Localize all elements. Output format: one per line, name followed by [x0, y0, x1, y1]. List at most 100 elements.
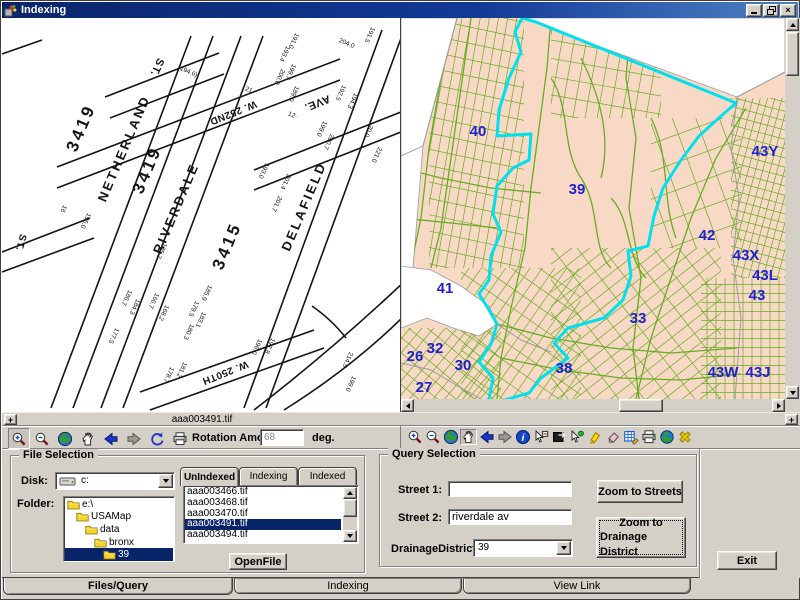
scroll-up-button[interactable]: [786, 18, 799, 31]
minimize-button[interactable]: [746, 4, 762, 17]
disk-combobox[interactable]: c:: [55, 472, 175, 490]
map-horizontal-scrollbar[interactable]: [401, 399, 785, 412]
zoom-out-icon[interactable]: [424, 429, 441, 445]
back-arrow-icon[interactable]: [100, 428, 122, 449]
rotate-icon[interactable]: [146, 428, 168, 449]
status-strip: + aaa003491.tif +: [2, 412, 800, 425]
file-list[interactable]: aaa003466.tifaaa003468.tifaaa003470.tifa…: [183, 485, 359, 544]
file-selection-group: File Selection Disk: c: Folder: e:\USAMa…: [10, 455, 365, 573]
svg-text:43W: 43W: [708, 364, 740, 381]
tab-indexing[interactable]: Indexing: [234, 578, 462, 594]
forward-arrow-icon[interactable]: [496, 429, 513, 445]
zoom-in-icon[interactable]: [406, 429, 423, 445]
close-button[interactable]: ×: [780, 4, 796, 17]
attribute-table-icon[interactable]: [622, 429, 639, 445]
zoom-to-streets-button[interactable]: Zoom to Streets: [597, 480, 683, 503]
scroll-down-button[interactable]: [786, 386, 799, 399]
file-list-scrollbar[interactable]: [343, 487, 357, 542]
svg-text:40: 40: [470, 123, 487, 140]
tab-files-query[interactable]: Files/Query: [3, 578, 233, 595]
close-icon: ×: [785, 6, 790, 15]
svg-text:178.7: 178.7: [162, 366, 175, 384]
folder-item-bronx[interactable]: bronx: [65, 536, 173, 549]
drive-icon: [59, 477, 77, 486]
svg-text:ST.: ST.: [13, 233, 28, 253]
file-scroll-up-icon: [347, 488, 353, 495]
zoom-drainage-line1: Zoom to: [619, 516, 662, 530]
drainage-district-combobox[interactable]: 39: [473, 539, 573, 557]
file-selection-title: File Selection: [19, 449, 98, 461]
scanned-map-image: ST.NETHERLAND34193419RIVERDALE3415DELAFI…: [2, 18, 401, 412]
exit-button[interactable]: Exit: [717, 551, 777, 570]
zoom-to-drainage-district-button[interactable]: Zoom to Drainage District: [596, 517, 686, 558]
svg-text:RIVERDALE: RIVERDALE: [150, 160, 202, 256]
scanned-map-viewport[interactable]: ST.NETHERLAND34193419RIVERDALE3415DELAFI…: [2, 18, 401, 412]
svg-text:3419: 3419: [62, 101, 99, 154]
vertical-scroll-thumb[interactable]: [786, 32, 799, 76]
folder-tree[interactable]: e:\USAMapdatabronx39: [63, 496, 175, 562]
folder-item-data[interactable]: data: [65, 523, 173, 536]
file-item[interactable]: aaa003494.tif: [185, 530, 341, 541]
scroll-right-button[interactable]: [772, 399, 785, 412]
print-icon[interactable]: [169, 428, 191, 449]
svg-text:194.3: 194.3: [346, 92, 359, 110]
expand-right-button[interactable]: +: [785, 414, 798, 425]
gis-map-viewport[interactable]: 40394243Y43X43L434133263230382743W43J: [401, 18, 785, 399]
back-arrow-icon[interactable]: [478, 429, 495, 445]
file-scroll-up-button[interactable]: [343, 487, 357, 499]
identify-link-icon[interactable]: [532, 429, 549, 445]
scroll-left-button[interactable]: [401, 399, 414, 412]
disk-label: Disk:: [21, 475, 48, 487]
zoom-in-icon[interactable]: [8, 428, 30, 449]
svg-text:221.0: 221.0: [370, 146, 383, 164]
svg-text:200.0: 200.0: [273, 68, 286, 86]
map-vertical-scrollbar[interactable]: [785, 18, 800, 399]
disk-dropdown-button[interactable]: [158, 474, 173, 488]
delete-x-icon[interactable]: [676, 429, 693, 445]
folder-item-e[interactable]: e:\: [65, 498, 173, 511]
folder-name: bronx: [109, 537, 134, 548]
globe-icon[interactable]: [54, 428, 76, 449]
pan-hand-icon[interactable]: [460, 429, 477, 445]
folder-item-USAMap[interactable]: USAMap: [65, 511, 173, 524]
svg-text:3415: 3415: [208, 219, 245, 272]
erase-icon[interactable]: [604, 429, 621, 445]
gis-map-image: 40394243Y43X43L434133263230382743W43J: [401, 18, 785, 399]
restore-button[interactable]: [763, 4, 779, 17]
right-map-toolbar: ✓ LION_STREETS i: [402, 426, 800, 450]
invert-select-icon[interactable]: [550, 429, 567, 445]
folder-icon: [103, 549, 116, 560]
folder-icon: [76, 511, 89, 522]
svg-text:38: 38: [556, 360, 573, 377]
pan-hand-icon[interactable]: [77, 428, 99, 449]
file-scroll-down-icon: [347, 534, 353, 541]
highlight-icon[interactable]: [586, 429, 603, 445]
horizontal-scroll-thumb[interactable]: [619, 399, 663, 412]
title-bar: Indexing ×: [2, 2, 798, 18]
info-icon[interactable]: i: [514, 429, 531, 445]
file-item[interactable]: aaa003468.tif: [185, 498, 341, 509]
file-scroll-down-button[interactable]: [343, 530, 357, 542]
scrollbar-corner: [785, 399, 800, 412]
drainage-dropdown-button[interactable]: [556, 541, 571, 555]
forward-arrow-icon[interactable]: [123, 428, 145, 449]
layers-globe-icon[interactable]: [658, 429, 675, 445]
file-tab-indexed[interactable]: Indexed: [298, 467, 357, 485]
file-tab-indexing[interactable]: Indexing: [239, 467, 298, 485]
svg-text:21·: 21·: [244, 86, 255, 96]
zoom-out-icon[interactable]: [31, 428, 53, 449]
scroll-right-icon: [777, 403, 784, 409]
street1-field[interactable]: [448, 481, 572, 497]
rotation-amount-field[interactable]: [260, 429, 304, 446]
open-file-button[interactable]: OpenFile: [229, 553, 287, 570]
street2-field[interactable]: [448, 509, 572, 525]
select-point-icon[interactable]: [568, 429, 585, 445]
svg-text:(194.6): (194.6): [177, 64, 199, 78]
globe-icon[interactable]: [442, 429, 459, 445]
file-tab-unindexed[interactable]: UnIndexed: [180, 467, 239, 486]
folder-item-39[interactable]: 39: [65, 548, 173, 561]
files-query-page: File Selection Disk: c: Folder: e:\USAMa…: [2, 449, 800, 578]
file-scroll-thumb[interactable]: [343, 499, 357, 517]
print-icon[interactable]: [640, 429, 657, 445]
tab-view-link[interactable]: View Link: [463, 578, 691, 594]
